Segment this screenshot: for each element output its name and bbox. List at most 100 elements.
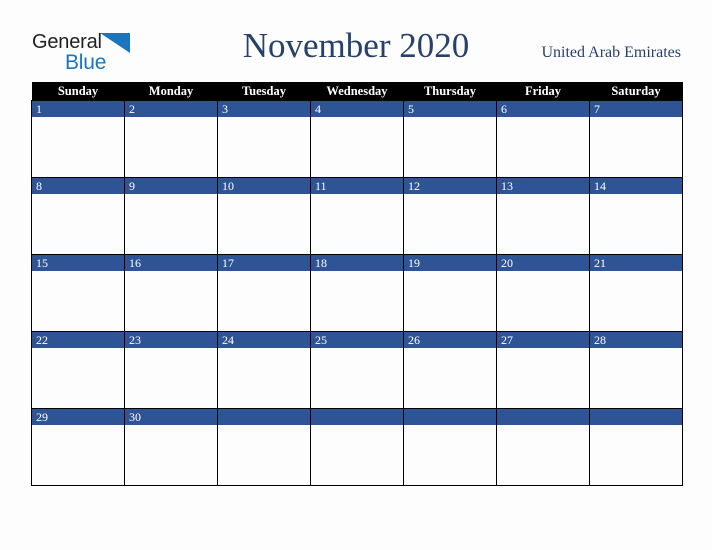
day-events-area[interactable] <box>311 425 403 485</box>
calendar-day-cell[interactable]: 3 <box>217 100 311 178</box>
calendar-day-cell[interactable]: 1 <box>31 100 125 178</box>
day-number: 30 <box>125 409 217 425</box>
day-events-area[interactable] <box>218 117 310 177</box>
calendar-day-cell[interactable]: 15 <box>31 254 125 332</box>
day-events-area[interactable] <box>218 348 310 408</box>
day-number: 12 <box>404 178 496 194</box>
calendar-day-cell[interactable]: 7 <box>589 100 683 178</box>
day-number: 20 <box>497 255 589 271</box>
day-number: 8 <box>32 178 124 194</box>
day-events-area[interactable] <box>32 194 124 254</box>
calendar-day-cell[interactable]: 14 <box>589 177 683 255</box>
calendar-day-cell[interactable]: 6 <box>496 100 590 178</box>
day-events-area[interactable] <box>590 117 682 177</box>
calendar-day-cell-empty[interactable] <box>403 408 497 486</box>
day-number: 28 <box>590 332 682 348</box>
calendar-day-cell[interactable]: 22 <box>31 331 125 409</box>
calendar-day-cell[interactable]: 19 <box>403 254 497 332</box>
calendar-day-cell[interactable]: 21 <box>589 254 683 332</box>
day-number: 15 <box>32 255 124 271</box>
calendar-day-cell-empty[interactable] <box>589 408 683 486</box>
day-events-area[interactable] <box>125 348 217 408</box>
day-events-area[interactable] <box>311 348 403 408</box>
calendar-day-cell[interactable]: 24 <box>217 331 311 409</box>
day-number: 17 <box>218 255 310 271</box>
day-number <box>497 409 589 425</box>
day-events-area[interactable] <box>125 425 217 485</box>
day-events-area[interactable] <box>590 271 682 331</box>
weekday-header-sunday: Sunday <box>31 82 125 101</box>
day-events-area[interactable] <box>32 271 124 331</box>
day-events-area[interactable] <box>125 117 217 177</box>
day-number: 5 <box>404 101 496 117</box>
day-events-area[interactable] <box>311 117 403 177</box>
day-events-area[interactable] <box>497 425 589 485</box>
calendar-day-cell[interactable]: 12 <box>403 177 497 255</box>
calendar-day-cell-empty[interactable] <box>217 408 311 486</box>
calendar-day-cell[interactable]: 17 <box>217 254 311 332</box>
day-number: 16 <box>125 255 217 271</box>
calendar-day-cell-empty[interactable] <box>496 408 590 486</box>
calendar-day-cell[interactable]: 8 <box>31 177 125 255</box>
calendar-day-cell[interactable]: 11 <box>310 177 404 255</box>
day-events-area[interactable] <box>404 425 496 485</box>
calendar-day-cell[interactable]: 25 <box>310 331 404 409</box>
calendar-day-cell[interactable]: 13 <box>496 177 590 255</box>
day-events-area[interactable] <box>404 117 496 177</box>
day-events-area[interactable] <box>497 271 589 331</box>
calendar-day-cell[interactable]: 2 <box>124 100 218 178</box>
day-events-area[interactable] <box>311 194 403 254</box>
day-events-area[interactable] <box>125 194 217 254</box>
calendar-day-cell[interactable]: 20 <box>496 254 590 332</box>
calendar-week-row: 8 9 10 11 12 13 14 <box>31 177 683 255</box>
calendar-day-cell[interactable]: 27 <box>496 331 590 409</box>
calendar-day-cell[interactable]: 16 <box>124 254 218 332</box>
day-number: 14 <box>590 178 682 194</box>
day-events-area[interactable] <box>404 271 496 331</box>
day-events-area[interactable] <box>497 117 589 177</box>
calendar-day-cell[interactable]: 5 <box>403 100 497 178</box>
day-events-area[interactable] <box>218 271 310 331</box>
calendar-day-cell[interactable]: 23 <box>124 331 218 409</box>
day-events-area[interactable] <box>125 271 217 331</box>
day-events-area[interactable] <box>404 348 496 408</box>
day-number <box>218 409 310 425</box>
day-events-area[interactable] <box>590 425 682 485</box>
calendar-day-cell[interactable]: 4 <box>310 100 404 178</box>
day-events-area[interactable] <box>32 348 124 408</box>
calendar-day-cell[interactable]: 29 <box>31 408 125 486</box>
day-events-area[interactable] <box>590 348 682 408</box>
day-events-area[interactable] <box>218 425 310 485</box>
day-events-area[interactable] <box>497 194 589 254</box>
calendar-day-cell[interactable]: 28 <box>589 331 683 409</box>
weekday-header-wednesday: Wednesday <box>310 82 404 101</box>
day-events-area[interactable] <box>497 348 589 408</box>
day-events-area[interactable] <box>32 425 124 485</box>
calendar-week-row: 15 16 17 18 19 20 21 <box>31 254 683 332</box>
day-number: 25 <box>311 332 403 348</box>
country-label: United Arab Emirates <box>541 44 681 61</box>
day-events-area[interactable] <box>590 194 682 254</box>
day-events-area[interactable] <box>404 194 496 254</box>
calendar-week-row: 22 23 24 25 26 27 28 <box>31 331 683 409</box>
calendar-week-row: 1 2 3 4 5 6 7 <box>31 100 683 178</box>
calendar-day-cell[interactable]: 26 <box>403 331 497 409</box>
page-header: General Blue November 2020 United Arab E… <box>0 0 712 82</box>
day-events-area[interactable] <box>218 194 310 254</box>
calendar-day-cell[interactable]: 18 <box>310 254 404 332</box>
day-number: 24 <box>218 332 310 348</box>
day-events-area[interactable] <box>32 117 124 177</box>
weekday-header-saturday: Saturday <box>589 82 683 101</box>
day-number: 27 <box>497 332 589 348</box>
calendar-day-cell[interactable]: 30 <box>124 408 218 486</box>
calendar-week-row: 29 30 <box>31 408 683 486</box>
weekday-header-friday: Friday <box>496 82 590 101</box>
calendar-day-cell-empty[interactable] <box>310 408 404 486</box>
calendar-day-cell[interactable]: 10 <box>217 177 311 255</box>
day-events-area[interactable] <box>311 271 403 331</box>
day-number: 29 <box>32 409 124 425</box>
calendar-day-cell[interactable]: 9 <box>124 177 218 255</box>
weekday-header-thursday: Thursday <box>403 82 497 101</box>
day-number: 23 <box>125 332 217 348</box>
day-number: 26 <box>404 332 496 348</box>
